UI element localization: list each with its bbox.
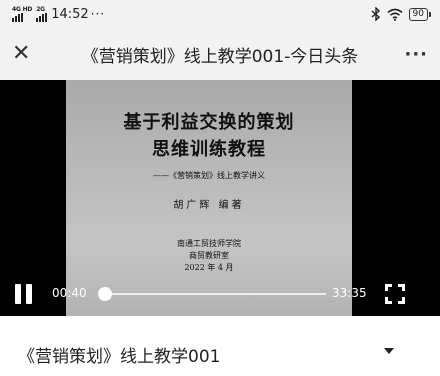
signal-indicators: 4G HD 2G	[12, 6, 48, 22]
slide-title: 基于利益交换的策划	[123, 112, 295, 133]
total-time: 33:35	[332, 286, 367, 300]
bluetooth-icon	[371, 7, 380, 21]
slide-department: 商贸教研室	[189, 251, 229, 260]
slide-subtitle: 思维训练教程	[152, 139, 266, 160]
video-info: 《营销策划》线上教学001	[0, 316, 440, 376]
signal-icon: 4G HD	[12, 6, 32, 22]
video-controls: 00:40 33:35	[0, 272, 440, 316]
page-title: 《营销策划》线上教学001-今日头条	[81, 46, 359, 67]
title-bar: ✕ 《营销策划》线上教学001-今日头条 ···	[0, 28, 440, 80]
slide-author: 胡广辉 编著	[173, 200, 245, 211]
status-more: ···	[90, 7, 106, 21]
more-options-icon[interactable]: ···	[398, 44, 428, 65]
pause-icon[interactable]	[14, 284, 34, 304]
progress-bar[interactable]	[97, 287, 326, 301]
fullscreen-icon[interactable]	[385, 284, 405, 304]
current-time: 00:40	[52, 286, 87, 300]
progress-thumb[interactable]	[97, 287, 112, 301]
close-icon[interactable]: ✕	[12, 43, 42, 65]
wifi-icon	[387, 8, 403, 21]
video-player[interactable]: 基于利益交换的策划 思维训练教程 ——《营销策划》线上教学讲义 胡广辉 编著 南…	[0, 80, 440, 316]
status-bar: 4G HD 2G 14:52 ··· 90	[0, 0, 440, 28]
slide-tag: ——《营销策划》线上教学讲义	[153, 171, 265, 180]
chevron-down-icon[interactable]	[384, 348, 394, 354]
signal-icon: 2G	[36, 6, 48, 22]
slide-school: 南通工贸技师学院	[177, 239, 241, 248]
video-title: 《营销策划》线上教学001	[18, 347, 221, 367]
status-time: 14:52	[51, 6, 89, 22]
battery-icon: 90	[408, 7, 432, 21]
next-line-peek	[20, 372, 170, 376]
